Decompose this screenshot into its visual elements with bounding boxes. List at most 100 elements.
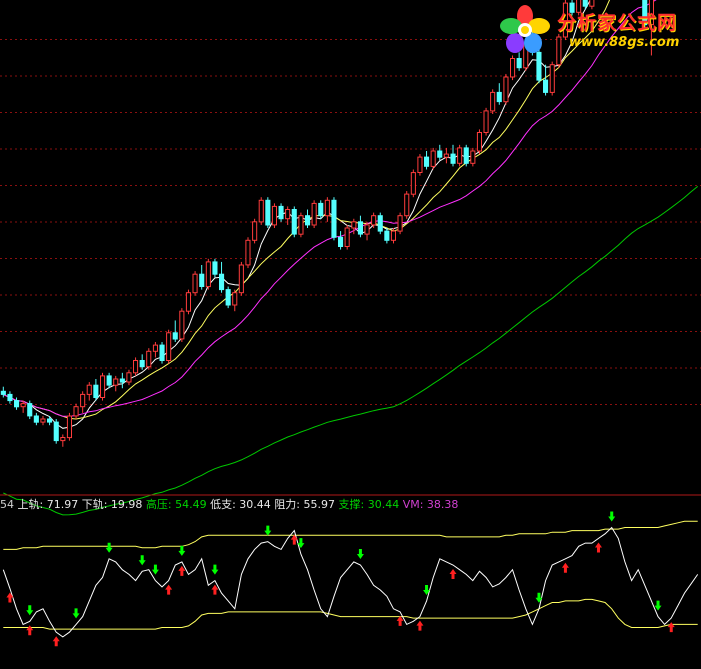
sell-arrow-icon bbox=[356, 549, 364, 559]
candle-down bbox=[424, 156, 430, 167]
ma-20-line bbox=[3, 0, 657, 417]
candle-down bbox=[278, 205, 284, 220]
logo-url: www.88gs.com bbox=[569, 35, 680, 50]
buy-arrow-icon bbox=[561, 562, 569, 573]
candle-down bbox=[536, 51, 542, 81]
buy-arrow-icon bbox=[290, 534, 298, 545]
candle-up bbox=[86, 384, 92, 395]
candle-down bbox=[106, 375, 112, 386]
ma-60-line bbox=[3, 186, 699, 516]
legend-resistance: 阻力: 55.97 bbox=[274, 498, 336, 511]
buy-arrow-icon bbox=[416, 620, 424, 631]
legend-high-pressure: 高压: 54.49 bbox=[145, 498, 207, 511]
site-logo: 分析家公式网 www.88gs.com bbox=[497, 2, 701, 56]
buy-arrow-icon bbox=[667, 622, 675, 633]
candle-up bbox=[404, 193, 410, 217]
candle-up bbox=[80, 393, 86, 408]
candle-down bbox=[159, 344, 165, 362]
candle-up bbox=[457, 147, 463, 164]
candle-down bbox=[318, 202, 324, 217]
candle-up bbox=[344, 227, 350, 247]
candle-down bbox=[384, 230, 390, 241]
indicator-VM-line bbox=[2, 526, 699, 638]
candle-up bbox=[66, 415, 73, 439]
candle-up bbox=[179, 310, 185, 340]
candle-up bbox=[510, 58, 516, 78]
candle-up bbox=[20, 403, 26, 408]
sell-arrow-icon bbox=[151, 564, 159, 575]
legend-vm: VM: 38.38 bbox=[402, 498, 459, 511]
legend-low-support: 低支: 30.44 bbox=[210, 498, 271, 511]
legend-prefix: 54 bbox=[0, 498, 14, 511]
candle-up bbox=[113, 378, 119, 386]
candle-up bbox=[252, 221, 258, 241]
candle-down bbox=[27, 403, 33, 417]
candle-down bbox=[93, 384, 99, 399]
candle-up bbox=[205, 261, 211, 288]
legend-lower-band: 下轨: 19.98 bbox=[81, 498, 143, 511]
candle-up bbox=[311, 202, 317, 226]
candle-up bbox=[364, 224, 370, 235]
indicator-legend: 54 上轨: 71.97 下轨: 19.98 高压: 54.49 低支: 30.… bbox=[0, 497, 458, 513]
candle-down bbox=[291, 209, 297, 235]
candle-up bbox=[470, 150, 476, 164]
candle-up bbox=[285, 209, 291, 220]
candle-down bbox=[139, 360, 145, 368]
legend-support: 支撑: 30.44 bbox=[338, 498, 400, 511]
candle-down bbox=[377, 215, 383, 232]
candle-down bbox=[14, 400, 20, 408]
candlesticks bbox=[0, 0, 655, 447]
candle-down bbox=[357, 221, 363, 235]
candle-up bbox=[371, 215, 377, 226]
candle-up bbox=[73, 406, 79, 417]
flower-logo-icon bbox=[500, 5, 550, 53]
candle-down bbox=[225, 289, 231, 306]
candle-down bbox=[338, 236, 344, 248]
indicator-lines bbox=[2, 520, 699, 638]
buy-arrow-icon bbox=[6, 592, 14, 603]
buy-arrow-icon bbox=[594, 542, 602, 553]
candle-up bbox=[232, 292, 238, 306]
candle-up bbox=[351, 221, 357, 229]
candle-up bbox=[40, 418, 46, 423]
candle-up bbox=[245, 239, 251, 266]
legend-upper-band: 上轨: 71.97 bbox=[17, 498, 79, 511]
candle-down bbox=[516, 58, 522, 69]
candle-up bbox=[192, 273, 198, 294]
candle-down bbox=[265, 199, 271, 226]
candle-up bbox=[298, 215, 304, 235]
candle-up bbox=[476, 132, 482, 152]
candle-up bbox=[410, 172, 416, 195]
candle-up bbox=[430, 150, 436, 167]
candle-up bbox=[126, 372, 132, 383]
sell-arrow-icon bbox=[105, 542, 113, 553]
moving-average-lines bbox=[3, 0, 699, 516]
logo-title: 分析家公式网 bbox=[557, 12, 678, 34]
candle-down bbox=[47, 418, 53, 423]
candle-up bbox=[258, 199, 264, 223]
sell-arrow-icon bbox=[72, 608, 80, 619]
buy-arrow-icon bbox=[449, 569, 457, 579]
candle-down bbox=[119, 378, 125, 383]
buy-arrow-icon bbox=[26, 625, 34, 636]
sell-arrow-icon bbox=[26, 605, 34, 616]
buy-arrow-icon bbox=[165, 584, 173, 595]
sell-arrow-icon bbox=[535, 592, 543, 603]
candle-up bbox=[549, 64, 555, 93]
candle-down bbox=[219, 273, 225, 291]
candle-up bbox=[146, 350, 152, 368]
candle-up bbox=[238, 264, 244, 294]
candle-up bbox=[397, 215, 403, 232]
candle-down bbox=[463, 147, 469, 164]
candle-up bbox=[100, 375, 106, 398]
candle-down bbox=[53, 421, 59, 442]
stock-chart bbox=[0, 0, 701, 647]
candle-up bbox=[60, 437, 66, 442]
candle-up bbox=[271, 205, 277, 226]
candle-down bbox=[543, 79, 549, 93]
candle-up bbox=[483, 110, 489, 134]
indicator-上轨-line bbox=[3, 520, 698, 550]
candle-up bbox=[503, 76, 509, 103]
candle-up bbox=[443, 153, 449, 158]
indicator-下轨-line bbox=[3, 598, 698, 630]
